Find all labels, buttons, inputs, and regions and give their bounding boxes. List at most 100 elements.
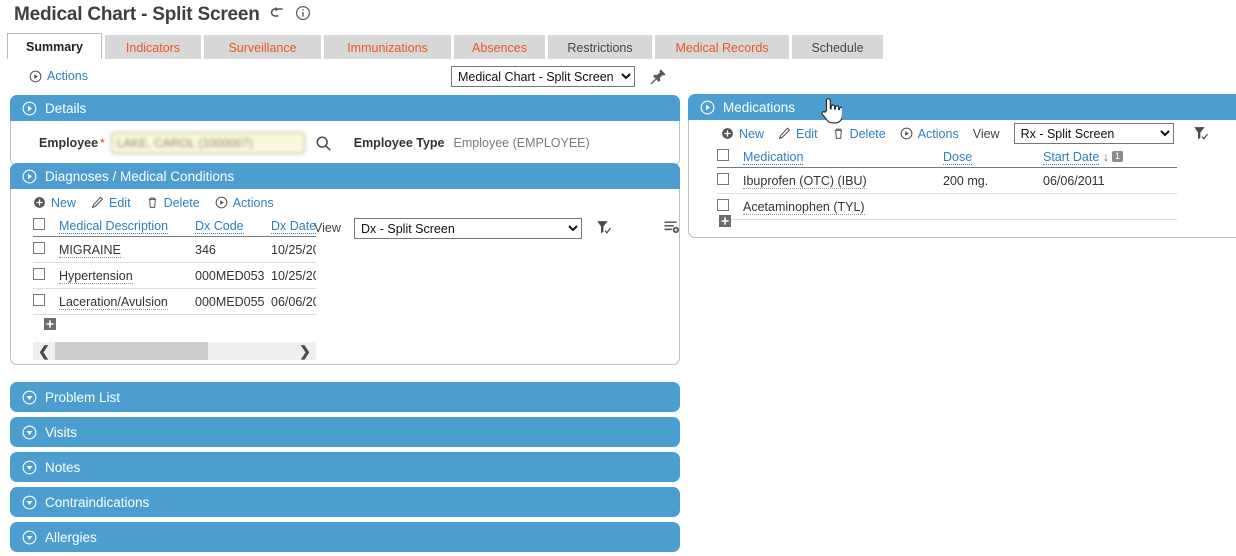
tab-absences[interactable]: Absences: [454, 35, 545, 59]
caret-right-icon: [22, 169, 37, 183]
info-circle-icon[interactable]: [295, 5, 311, 26]
column-header[interactable]: Dose: [943, 147, 1043, 168]
details-panel: Details Employee * Employee Type Employe…: [10, 95, 680, 166]
row-checkbox[interactable]: [33, 294, 45, 306]
table-row[interactable]: Hypertension 000MED053 10/25/20: [33, 262, 316, 289]
section-header[interactable]: Contraindications: [10, 487, 680, 517]
tab-strip: Summary Indicators Surveillance Immunizatio…: [7, 33, 883, 59]
delete-button[interactable]: Delete: [146, 196, 200, 210]
play-circle-icon: [900, 127, 913, 140]
section-header[interactable]: Problem List: [10, 382, 680, 412]
column-header[interactable]: Dx Code: [195, 216, 271, 237]
diagnoses-expand-button[interactable]: [44, 317, 56, 335]
table-row[interactable]: MIGRAINE 346 10/25/20: [33, 236, 316, 263]
play-circle-icon: [215, 196, 228, 209]
section-label: Allergies: [45, 529, 97, 545]
section-contraindications[interactable]: Contraindications: [10, 487, 680, 517]
chevron-right-icon[interactable]: ❯: [294, 343, 316, 360]
section-header[interactable]: Allergies: [10, 522, 680, 552]
row-checkbox[interactable]: [33, 242, 45, 254]
row-checkbox[interactable]: [717, 149, 729, 161]
medications-view-select[interactable]: Rx - Split Screen: [1013, 123, 1174, 144]
diagnoses-table: Medical Description Dx Code Dx Date MIGRAI…: [33, 216, 316, 315]
diagnoses-horizontal-scrollbar[interactable]: ❮ ❯: [33, 342, 316, 360]
scrollbar-thumb[interactable]: [55, 342, 208, 360]
diagnoses-panel-title: Diagnoses / Medical Conditions: [45, 168, 235, 184]
section-header[interactable]: Visits: [10, 417, 680, 447]
list-plus-icon[interactable]: [663, 219, 679, 235]
column-header[interactable]: Start Date ↓ 1: [1043, 147, 1177, 168]
plus-circle-icon: [34, 197, 45, 208]
medications-panel: Medications New Edit Delete Actions View Rx -…: [688, 94, 1236, 238]
column-header[interactable]: Medical Description: [59, 216, 195, 237]
edit-button[interactable]: Edit: [91, 196, 131, 210]
filter-check-icon[interactable]: [595, 219, 612, 236]
pencil-icon: [778, 127, 791, 140]
tab-restrictions[interactable]: Restrictions: [548, 35, 652, 59]
tab-immunizations[interactable]: Immunizations: [324, 35, 451, 59]
pin-icon[interactable]: [650, 68, 667, 85]
table-row[interactable]: Laceration/Avulsion 000MED055 06/06/20: [33, 288, 316, 315]
actions-button[interactable]: Actions: [900, 127, 959, 141]
section-visits[interactable]: Visits: [10, 417, 680, 447]
section-allergies[interactable]: Allergies: [10, 522, 680, 552]
section-notes[interactable]: Notes: [10, 452, 680, 482]
arrow-down-icon: ↓: [1102, 149, 1110, 164]
medications-expand-button[interactable]: [719, 214, 731, 232]
tab-label: Schedule: [811, 41, 864, 55]
tab-medical-records[interactable]: Medical Records: [655, 35, 789, 59]
magnifier-icon[interactable]: [315, 135, 332, 152]
column-header[interactable]: Dx Date: [271, 216, 316, 237]
table-cell: [1043, 193, 1177, 220]
diagnoses-header-row: Medical Description Dx Code Dx Date: [33, 216, 316, 237]
details-panel-header[interactable]: Details: [10, 95, 680, 121]
expand-plus-icon: [44, 318, 56, 330]
medications-panel-header[interactable]: Medications: [688, 94, 1236, 120]
new-button[interactable]: New: [33, 196, 76, 210]
filter-check-icon[interactable]: [1192, 125, 1209, 142]
details-panel-body: Employee * Employee Type Employee (EMPLO…: [10, 121, 680, 166]
table-cell: Acetaminophen (TYL): [743, 193, 943, 220]
medications-toolbar: New Edit Delete Actions View Rx - Split Scree…: [689, 120, 1236, 147]
diagnoses-view-select[interactable]: Dx - Split Screen: [354, 218, 582, 239]
diagnoses-panel-header[interactable]: Diagnoses / Medical Conditions: [10, 163, 680, 189]
table-cell: Hypertension: [59, 262, 195, 289]
row-checkbox[interactable]: [717, 199, 729, 211]
page-view-select[interactable]: Medical Chart - Split Screen: [451, 66, 635, 87]
employee-label: Employee: [39, 136, 99, 150]
checkbox-cell: [33, 262, 59, 289]
details-panel-title: Details: [45, 100, 87, 116]
edit-button[interactable]: Edit: [778, 127, 818, 141]
table-cell: [943, 193, 1043, 220]
tab-summary[interactable]: Summary: [7, 33, 102, 59]
actions-button[interactable]: Actions: [215, 196, 274, 210]
table-cell: 06/06/20: [271, 288, 316, 315]
section-label: Notes: [45, 459, 81, 475]
table-row[interactable]: Ibuprofen (OTC) (IBU) 200 mg. 06/06/2011: [717, 167, 1177, 194]
delete-button[interactable]: Delete: [832, 127, 886, 141]
row-checkbox[interactable]: [33, 218, 45, 230]
section-header[interactable]: Notes: [10, 452, 680, 482]
sort-order-badge: 1: [1112, 150, 1124, 162]
tab-schedule[interactable]: Schedule: [792, 35, 883, 59]
employee-input[interactable]: [110, 132, 305, 154]
tab-surveillance[interactable]: Surveillance: [204, 35, 321, 59]
page-actions-button[interactable]: Actions: [29, 69, 88, 83]
column-header-label: Dx Code: [195, 218, 244, 234]
table-cell: Laceration/Avulsion: [59, 288, 195, 315]
table-cell: MIGRAINE: [59, 236, 195, 263]
new-button[interactable]: New: [721, 127, 764, 141]
checkbox-cell: [717, 167, 743, 194]
tab-label: Surveillance: [228, 41, 297, 55]
tab-indicators[interactable]: Indicators: [105, 35, 201, 59]
row-checkbox[interactable]: [717, 173, 729, 185]
column-header[interactable]: Medication: [743, 147, 943, 168]
table-row[interactable]: Acetaminophen (TYL): [717, 193, 1177, 220]
section-problem-list[interactable]: Problem List: [10, 382, 680, 412]
expand-plus-icon: [719, 215, 731, 227]
checkbox-cell: [33, 216, 59, 237]
chevron-left-icon[interactable]: ❮: [33, 343, 55, 360]
caret-down-icon: [22, 390, 37, 404]
row-checkbox[interactable]: [33, 268, 45, 280]
back-arrow-icon[interactable]: [269, 4, 286, 26]
